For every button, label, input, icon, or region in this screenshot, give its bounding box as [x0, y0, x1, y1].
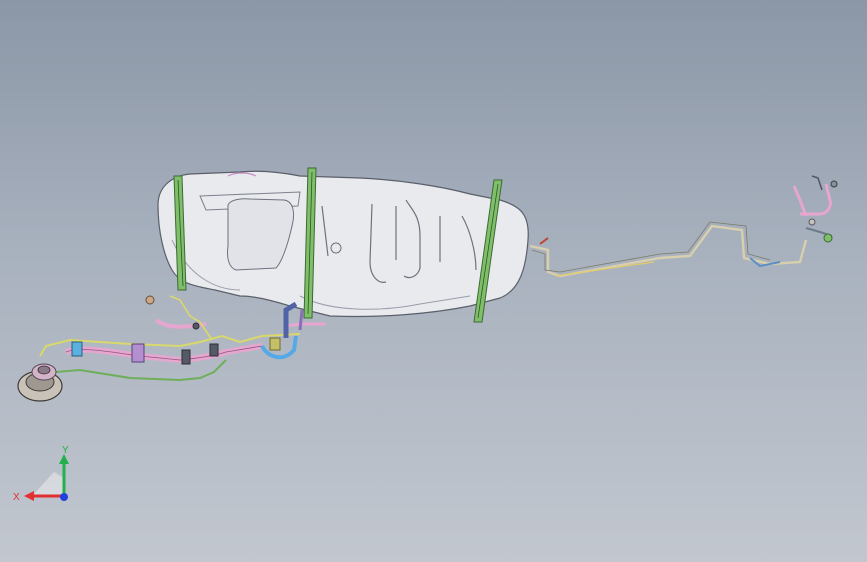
fuel-tank[interactable] — [157, 170, 529, 318]
right-end-fittings[interactable] — [792, 175, 838, 243]
blue-hose[interactable] — [260, 301, 304, 360]
triad-z-axis — [60, 493, 68, 501]
fuel-system-model[interactable] — [0, 0, 867, 562]
filler-neck[interactable] — [17, 363, 63, 402]
triad-x-label: X — [13, 492, 20, 503]
triad-plane-icon — [32, 472, 64, 496]
fuel-feed-line[interactable] — [529, 221, 808, 278]
3d-viewport[interactable]: Y X — [0, 0, 867, 562]
coordinate-triad: Y X — [13, 445, 69, 503]
triad-y-label: Y — [62, 445, 69, 456]
return-line[interactable] — [55, 359, 227, 382]
